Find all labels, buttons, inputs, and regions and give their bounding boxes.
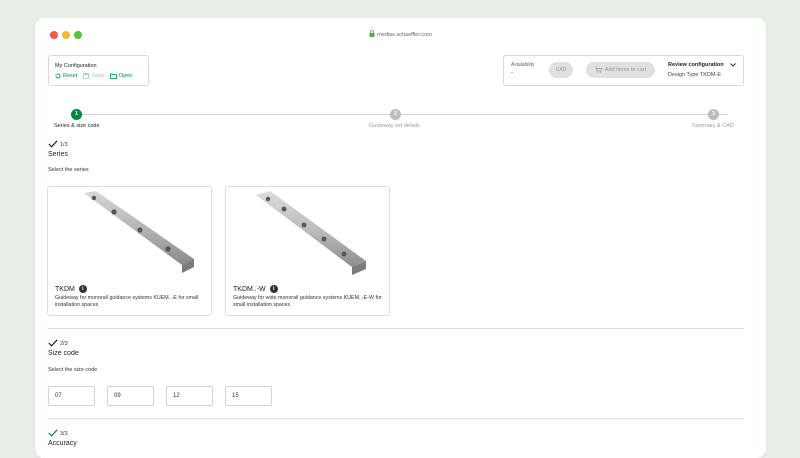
- folder-icon: [110, 73, 117, 79]
- size-step-count: 2/3: [60, 341, 68, 347]
- add-to-cart-label: Add items to cart: [604, 67, 647, 73]
- series-section-title: Series: [48, 151, 68, 158]
- section-divider: [48, 328, 744, 329]
- open-label: Open: [118, 73, 133, 79]
- config-title: My Configuration: [55, 63, 97, 69]
- reset-label: Reset: [63, 73, 78, 79]
- series-hint: Select the series: [48, 167, 89, 173]
- size-hint: Select the size code: [48, 367, 98, 373]
- info-icon[interactable]: i: [78, 285, 87, 293]
- chevron-down-icon: [729, 63, 736, 67]
- save-icon: [83, 73, 90, 79]
- open-button[interactable]: Open: [110, 73, 132, 79]
- guideway-image: [84, 191, 194, 273]
- save-label: Save: [91, 73, 104, 79]
- size-section-title: Size code: [48, 350, 79, 357]
- size-option-07[interactable]: 07: [48, 386, 95, 406]
- size-option-09[interactable]: 09: [107, 386, 154, 406]
- size-code-options: 07 09 12 15: [48, 386, 284, 406]
- design-type: Design Type TKDM-E: [668, 72, 721, 78]
- guideway-image: [256, 191, 366, 275]
- series-step-count: 1/3: [60, 142, 68, 148]
- reset-button[interactable]: Reset: [55, 73, 77, 79]
- size-option-12[interactable]: 12: [166, 386, 213, 406]
- availability-panel: Availability - CAD Add items to cart Rev…: [503, 55, 744, 86]
- series-card-description: Guideway for wide monorail guidance syst…: [233, 295, 382, 308]
- accuracy-section-title: Accuracy: [48, 440, 77, 447]
- size-option-15[interactable]: 15: [225, 386, 272, 406]
- check-icon: [48, 339, 58, 347]
- lock-icon: [369, 30, 375, 39]
- step-3-marker[interactable]: 3: [708, 109, 719, 120]
- save-button[interactable]: Save: [83, 73, 104, 79]
- review-configuration-toggle[interactable]: Review configuration: [668, 62, 736, 68]
- step-1-marker[interactable]: 1: [71, 109, 82, 120]
- section-divider: [48, 418, 744, 419]
- browser-window: medias.schaeffler.com My Configuration R…: [35, 18, 766, 458]
- info-icon[interactable]: i: [269, 285, 278, 293]
- series-card-title-text: TKDM: [55, 285, 75, 293]
- step-1-label[interactable]: Series & size code: [54, 123, 100, 129]
- series-card-title: TKDM..-W i: [233, 285, 278, 293]
- series-card-description: Guideway for monorail guidance systems K…: [55, 295, 199, 308]
- address-bar[interactable]: medias.schaeffler.com: [35, 30, 766, 39]
- my-configuration-panel: My Configuration Reset Save Open: [48, 55, 149, 86]
- series-card-tkdm-w[interactable]: TKDM..-W i Guideway for wide monorail gu…: [225, 186, 390, 316]
- add-to-cart-button[interactable]: Add items to cart: [586, 62, 655, 78]
- step-3-label[interactable]: Summary & CAD: [692, 123, 734, 129]
- cart-icon: [595, 67, 602, 73]
- availability-value: -: [511, 70, 513, 76]
- step-2-label[interactable]: Guideway set details: [369, 123, 420, 129]
- check-icon: [48, 429, 58, 437]
- series-card-title-text: TKDM..-W: [233, 285, 266, 293]
- step-2-marker[interactable]: 2: [390, 109, 401, 120]
- series-card-title: TKDM i: [55, 285, 87, 293]
- accuracy-step-count: 3/3: [60, 431, 68, 437]
- check-icon: [48, 140, 58, 148]
- cad-button[interactable]: CAD: [549, 62, 573, 78]
- stepper-line: [77, 114, 728, 115]
- url-text: medias.schaeffler.com: [377, 32, 432, 38]
- availability-label: Availability: [511, 62, 535, 68]
- review-configuration-label: Review configuration: [668, 62, 724, 68]
- series-card-tkdm[interactable]: TKDM i Guideway for monorail guidance sy…: [47, 186, 212, 316]
- title-bar: medias.schaeffler.com: [35, 18, 766, 51]
- reset-icon: [55, 73, 61, 79]
- progress-stepper: 1 2 3 Series & size code Guideway set de…: [54, 107, 736, 131]
